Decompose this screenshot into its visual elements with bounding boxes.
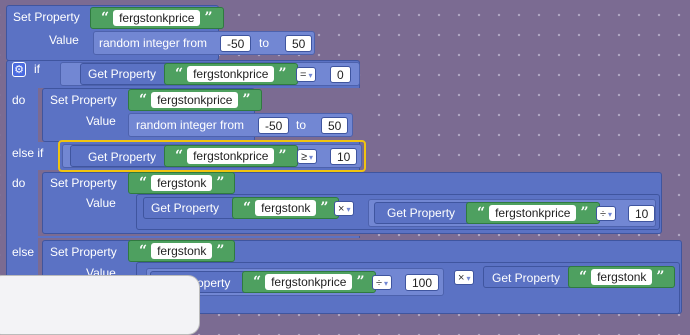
to-label: to (296, 118, 307, 132)
random-from-field[interactable]: -50 (258, 117, 290, 134)
gear-icon[interactable]: ⚙ (12, 62, 26, 77)
random-to-field[interactable]: 50 (285, 35, 313, 52)
operator-dropdown-divide[interactable]: ÷ ▾ (596, 206, 617, 221)
open-quote-icon: “ (175, 66, 184, 82)
string-block-fergstonk[interactable]: “ fergstonk ” (128, 172, 236, 194)
do-label: do (12, 93, 26, 107)
chevron-down-icon: ▾ (309, 153, 314, 162)
string-field[interactable]: fergstonkprice (265, 274, 353, 290)
string-field[interactable]: fergstonk (255, 200, 317, 216)
else-label: else (12, 245, 35, 259)
string-field[interactable]: fergstonkprice (187, 66, 275, 82)
random-integer-label: random integer from (136, 118, 245, 132)
close-quote-icon: ” (278, 66, 287, 82)
close-quote-icon: ” (580, 205, 589, 221)
string-field[interactable]: fergstonk (151, 175, 213, 191)
operator-symbol: × (338, 203, 345, 215)
chevron-down-icon: ▾ (308, 71, 313, 80)
open-quote-icon: “ (579, 269, 588, 285)
get-property-label: Get Property (492, 271, 561, 285)
close-quote-icon: ” (320, 200, 329, 216)
chevron-down-icon: ▾ (346, 205, 351, 214)
divisor-field[interactable]: 10 (628, 205, 656, 222)
string-block-fergstonkprice[interactable]: “ fergstonkprice ” (128, 89, 262, 111)
get-property-label: Get Property (88, 150, 157, 164)
set-property-label: Set Property (13, 10, 80, 24)
divisor-field[interactable]: 100 (405, 274, 440, 291)
open-quote-icon: “ (139, 175, 148, 191)
do-label: do (12, 176, 26, 190)
open-quote-icon: “ (101, 10, 110, 26)
close-quote-icon: ” (656, 269, 665, 285)
overlay-panel[interactable] (0, 275, 200, 335)
close-quote-icon: ” (216, 243, 225, 259)
string-block-fergstonkprice[interactable]: “ fergstonkprice ” (164, 63, 298, 85)
operator-dropdown-gte[interactable]: ≥ ▾ (297, 149, 318, 164)
chevron-down-icon: ▾ (384, 279, 389, 288)
set-property-label: Set Property (50, 176, 117, 190)
elseif-compare-field[interactable]: 10 (330, 148, 358, 165)
random-from-field[interactable]: -50 (220, 35, 252, 52)
operator-dropdown-divide[interactable]: ÷ ▾ (372, 275, 393, 290)
operator-symbol: = (300, 69, 307, 81)
string-field[interactable]: fergstonkprice (113, 10, 201, 26)
chevron-down-icon: ▾ (608, 210, 613, 219)
get-property-label: Get Property (387, 206, 456, 220)
open-quote-icon: “ (477, 205, 486, 221)
string-block-fergstonk[interactable]: “ fergstonk ” (232, 197, 340, 219)
chevron-down-icon: ▾ (466, 274, 471, 283)
operator-symbol: ÷ (600, 208, 607, 220)
open-quote-icon: “ (139, 92, 148, 108)
get-property-partial-label: operty (197, 276, 231, 290)
string-block-fergstonkprice[interactable]: “ fergstonkprice ” (164, 145, 298, 167)
else-if-label: else if (12, 146, 44, 160)
string-block-fergstonkprice[interactable]: “ fergstonkprice ” (90, 7, 224, 29)
string-block-fergstonk[interactable]: “ fergstonk ” (128, 240, 236, 262)
operator-dropdown-eq[interactable]: = ▾ (296, 67, 317, 82)
get-property-label: Get Property (88, 67, 157, 81)
string-block-fergstonkprice[interactable]: “ fergstonkprice ” (466, 202, 600, 224)
string-field[interactable]: fergstonkprice (151, 92, 239, 108)
operator-dropdown-times[interactable]: × ▾ (454, 270, 475, 285)
get-property-label: Get Property (151, 201, 220, 215)
string-field[interactable]: fergstonk (151, 243, 213, 259)
open-quote-icon: “ (139, 243, 148, 259)
to-label: to (259, 36, 270, 50)
if-compare-field[interactable]: 0 (330, 66, 351, 83)
operator-dropdown-times[interactable]: × ▾ (334, 201, 355, 216)
string-block-fergstonk[interactable]: “ fergstonk ” (568, 266, 676, 288)
random-integer-label: random integer from (99, 36, 208, 50)
close-quote-icon: ” (204, 10, 213, 26)
value-label: Value (49, 33, 79, 47)
close-quote-icon: ” (356, 274, 365, 290)
random-to-field[interactable]: 50 (321, 117, 349, 134)
value-label: Value (86, 196, 116, 210)
operator-symbol: ≥ (301, 151, 308, 163)
string-field[interactable]: fergstonkprice (187, 148, 275, 164)
open-quote-icon: “ (175, 148, 184, 164)
value-label: Value (86, 114, 116, 128)
open-quote-icon: “ (253, 274, 262, 290)
open-quote-icon: “ (243, 200, 252, 216)
operator-symbol: ÷ (376, 277, 383, 289)
string-block-fergstonkprice[interactable]: “ fergstonkprice ” (242, 271, 376, 293)
string-field[interactable]: fergstonkprice (489, 205, 577, 221)
string-field[interactable]: fergstonk (591, 269, 653, 285)
close-quote-icon: ” (278, 148, 287, 164)
operator-symbol: × (458, 272, 465, 284)
close-quote-icon: ” (242, 92, 251, 108)
close-quote-icon: ” (216, 175, 225, 191)
set-property-label: Set Property (50, 93, 117, 107)
if-label: if (34, 62, 40, 76)
set-property-label: Set Property (50, 245, 117, 259)
